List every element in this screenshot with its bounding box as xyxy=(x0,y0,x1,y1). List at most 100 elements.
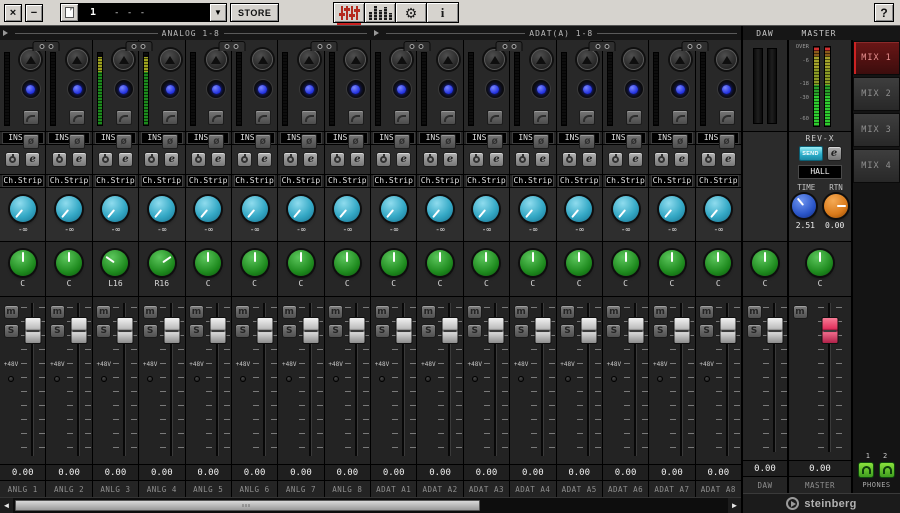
phase-button[interactable]: ø xyxy=(579,134,595,149)
reverb-send-knob[interactable] xyxy=(195,196,221,222)
reverb-send-knob[interactable] xyxy=(566,196,592,222)
fader-cap[interactable] xyxy=(24,317,41,344)
phase-button[interactable]: ø xyxy=(208,134,224,149)
channel-fader[interactable] xyxy=(671,301,692,458)
stereo-link-button[interactable] xyxy=(218,41,245,51)
close-button[interactable]: × xyxy=(4,4,22,22)
mute-button[interactable]: m xyxy=(328,305,343,319)
hpf-button[interactable] xyxy=(116,110,132,125)
hpf-button[interactable] xyxy=(487,110,503,125)
pan-knob[interactable] xyxy=(56,250,82,276)
channel-fader[interactable] xyxy=(532,301,553,458)
pan-knob[interactable] xyxy=(613,250,639,276)
stereo-link-button[interactable] xyxy=(125,41,152,51)
revx-send-button[interactable]: SEND xyxy=(799,146,823,161)
pan-knob[interactable] xyxy=(705,250,731,276)
fx-power-button[interactable] xyxy=(283,152,298,167)
hpf-button[interactable] xyxy=(162,110,178,125)
channel-fader[interactable] xyxy=(254,301,275,458)
channel-fader[interactable] xyxy=(625,301,646,458)
fx-edit-button[interactable]: e xyxy=(303,152,318,167)
help-button[interactable]: ? xyxy=(874,3,894,22)
mute-button[interactable]: m xyxy=(4,305,19,319)
pan-knob[interactable] xyxy=(242,250,268,276)
input-gain-up-button[interactable] xyxy=(716,49,737,70)
solo-button[interactable]: s xyxy=(421,324,436,338)
stereo-link-button[interactable] xyxy=(681,41,708,51)
collapse-arrow-icon[interactable] xyxy=(3,30,8,36)
hpf-button[interactable] xyxy=(394,110,410,125)
daw-fader[interactable] xyxy=(765,301,785,454)
fader-cap[interactable] xyxy=(210,317,227,344)
master-mute-button[interactable]: m xyxy=(793,305,808,319)
reverb-send-knob[interactable] xyxy=(10,196,36,222)
pan-knob[interactable] xyxy=(427,250,453,276)
phase-button[interactable]: ø xyxy=(626,134,642,149)
solo-button[interactable]: s xyxy=(653,324,668,338)
store-button[interactable]: STORE xyxy=(230,3,279,22)
reverb-send-knob[interactable] xyxy=(381,196,407,222)
hpf-button[interactable] xyxy=(533,110,549,125)
hpf-button[interactable] xyxy=(208,110,224,125)
reverb-send-knob[interactable] xyxy=(473,196,499,222)
pan-knob[interactable] xyxy=(334,250,360,276)
fader-cap[interactable] xyxy=(488,317,505,344)
mute-button[interactable]: m xyxy=(699,305,714,319)
reverb-send-knob[interactable] xyxy=(520,196,546,222)
reverb-send-knob[interactable] xyxy=(288,196,314,222)
phase-button[interactable]: ø xyxy=(672,134,688,149)
input-gain-up-button[interactable] xyxy=(484,49,505,70)
tab-mix-4[interactable]: MIX 4 xyxy=(853,149,900,183)
reverb-send-knob[interactable] xyxy=(659,196,685,222)
solo-button[interactable]: s xyxy=(96,324,111,338)
mute-button[interactable]: m xyxy=(653,305,668,319)
scroll-right-arrow[interactable]: ► xyxy=(728,498,741,513)
solo-button[interactable]: s xyxy=(282,324,297,338)
pan-knob[interactable] xyxy=(149,250,175,276)
mute-button[interactable]: m xyxy=(235,305,250,319)
hpf-button[interactable] xyxy=(301,110,317,125)
fx-power-button[interactable] xyxy=(52,152,67,167)
fader-cap[interactable] xyxy=(534,317,551,344)
solo-button[interactable]: s xyxy=(189,324,204,338)
fx-power-button[interactable] xyxy=(237,152,252,167)
fx-edit-button[interactable]: e xyxy=(72,152,87,167)
fx-power-button[interactable] xyxy=(515,152,530,167)
phones-1-button[interactable] xyxy=(858,462,874,478)
solo-button[interactable]: s xyxy=(606,324,621,338)
input-gain-up-button[interactable] xyxy=(577,49,598,70)
input-gain-up-button[interactable] xyxy=(20,49,41,70)
phones-2-button[interactable] xyxy=(879,462,895,478)
stereo-link-button[interactable] xyxy=(33,41,60,51)
input-gain-up-button[interactable] xyxy=(252,49,273,70)
pan-knob[interactable] xyxy=(195,250,221,276)
input-gain-up-button[interactable] xyxy=(299,49,320,70)
solo-button[interactable]: s xyxy=(514,324,529,338)
stereo-link-button[interactable] xyxy=(496,41,523,51)
fx-power-button[interactable] xyxy=(654,152,669,167)
pan-knob[interactable] xyxy=(566,250,592,276)
collapse-arrow-icon[interactable] xyxy=(374,30,379,36)
channel-fader[interactable] xyxy=(161,301,182,458)
pan-knob[interactable] xyxy=(102,250,128,276)
channel-fader[interactable] xyxy=(579,301,600,458)
fader-cap[interactable] xyxy=(302,317,319,344)
reverb-send-knob[interactable] xyxy=(242,196,268,222)
channel-fader[interactable] xyxy=(208,301,229,458)
fader-cap[interactable] xyxy=(673,317,690,344)
fx-power-button[interactable] xyxy=(423,152,438,167)
channel-fader[interactable] xyxy=(115,301,136,458)
input-gain-up-button[interactable] xyxy=(67,49,88,70)
fx-edit-button[interactable]: e xyxy=(721,152,736,167)
mute-button[interactable]: m xyxy=(514,305,529,319)
master-fader[interactable] xyxy=(811,301,849,454)
fx-edit-button[interactable]: e xyxy=(443,152,458,167)
solo-button[interactable]: s xyxy=(467,324,482,338)
mute-button[interactable]: m xyxy=(143,305,158,319)
reverb-send-knob[interactable] xyxy=(149,196,175,222)
tab-mix-3[interactable]: MIX 3 xyxy=(853,113,900,147)
hpf-button[interactable] xyxy=(440,110,456,125)
stereo-link-button[interactable] xyxy=(311,41,338,51)
fx-edit-button[interactable]: e xyxy=(25,152,40,167)
fx-power-button[interactable] xyxy=(701,152,716,167)
